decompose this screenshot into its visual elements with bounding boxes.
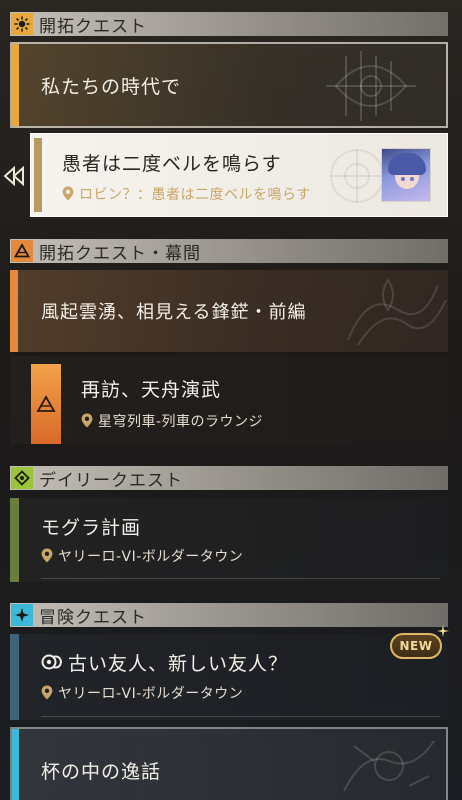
quest-location: ロビン？：愚者は二度ベルを鳴らす: [62, 184, 311, 204]
quest-location-text: ロビン？：愚者は二度ベルを鳴らす: [79, 187, 311, 203]
location-pin-icon: [81, 413, 93, 428]
quest-location-text: ヤリーロ-VI-ボルダータウン: [58, 686, 244, 702]
quest-card-q7[interactable]: 杯の中の逸話: [10, 727, 448, 800]
new-badge: NEW: [390, 633, 442, 659]
ornament-emblem-icon: [343, 740, 435, 792]
quest-location-text: ヤリーロ-VI-ボルダータウン: [58, 549, 244, 565]
divider: [41, 716, 440, 717]
triangle-emblem-icon: [11, 240, 33, 262]
ornament-emblem-icon: [347, 278, 447, 346]
location-pin-icon: [41, 548, 53, 563]
quest-card-q5[interactable]: モグラ計画 ヤリーロ-VI-ボルダータウン: [10, 498, 448, 582]
selected-arrow-icon: [3, 165, 24, 187]
special-quest-icon: [41, 654, 63, 670]
section-title: デイリークエスト: [39, 470, 183, 491]
quest-type-bar: [12, 729, 19, 800]
quest-card-q2-selected[interactable]: 愚者は二度ベルを鳴らす ロビン？：愚者は二度ベルを鳴らす: [30, 133, 448, 217]
location-pin-icon: [41, 685, 53, 700]
quest-type-bar: [10, 498, 19, 582]
star-emblem-icon: [11, 604, 33, 626]
quest-card-q1[interactable]: 私たちの時代で: [10, 42, 448, 128]
quest-location-text: 星穹列車-列車のラウンジ: [98, 414, 264, 430]
divider: [41, 578, 440, 579]
quest-title: 愚者は二度ベルを鳴らす: [62, 153, 282, 175]
section-title: 開拓クエスト: [39, 16, 147, 37]
quest-title: モグラ計画: [41, 517, 142, 539]
quest-title: 再訪、天舟演武: [81, 379, 222, 401]
section-title: 冒険クエスト: [39, 607, 147, 628]
quest-title: 古い友人、新しい友人？: [68, 653, 289, 675]
quest-location: ヤリーロ-VI-ボルダータウン: [41, 683, 243, 703]
ornament-emblem-icon: [326, 51, 416, 121]
location-pin-icon: [62, 186, 74, 201]
quest-type-bar: [34, 138, 42, 212]
quest-title: 風起雲湧、相見える鋒鋩・前編: [41, 302, 307, 323]
quest-type-bar: [10, 270, 18, 352]
diamond-emblem-icon: [11, 467, 33, 489]
quest-title: 杯の中の逸話: [41, 761, 162, 783]
section-header-trailblaze: 開拓クエスト: [10, 12, 448, 37]
section-header-adventure: 冒険クエスト: [10, 603, 448, 628]
section-title: 開拓クエスト・幕間: [39, 243, 201, 264]
sun-emblem-icon: [11, 13, 33, 35]
quest-location: ヤリーロ-VI-ボルダータウン: [41, 546, 243, 566]
quest-card-q6[interactable]: 古い友人、新しい友人？ ヤリーロ-VI-ボルダータウン: [10, 634, 448, 720]
quest-title: 私たちの時代で: [41, 76, 182, 98]
triangle-emblem-icon: [36, 395, 56, 412]
quest-type-bar: [10, 634, 19, 720]
section-header-interlude: 開拓クエスト・幕間: [10, 239, 448, 264]
quest-card-q4[interactable]: 再訪、天舟演武 星穹列車-列車のラウンジ: [10, 356, 448, 444]
quest-type-tag: [31, 364, 61, 444]
quest-type-bar: [12, 44, 19, 126]
quest-location: 星穹列車-列車のラウンジ: [81, 411, 263, 431]
sparkle-icon: [437, 625, 449, 637]
quest-card-q3[interactable]: 風起雲湧、相見える鋒鋩・前編: [10, 270, 448, 352]
character-portrait-avatar: [381, 148, 431, 202]
section-header-daily: デイリークエスト: [10, 466, 448, 491]
